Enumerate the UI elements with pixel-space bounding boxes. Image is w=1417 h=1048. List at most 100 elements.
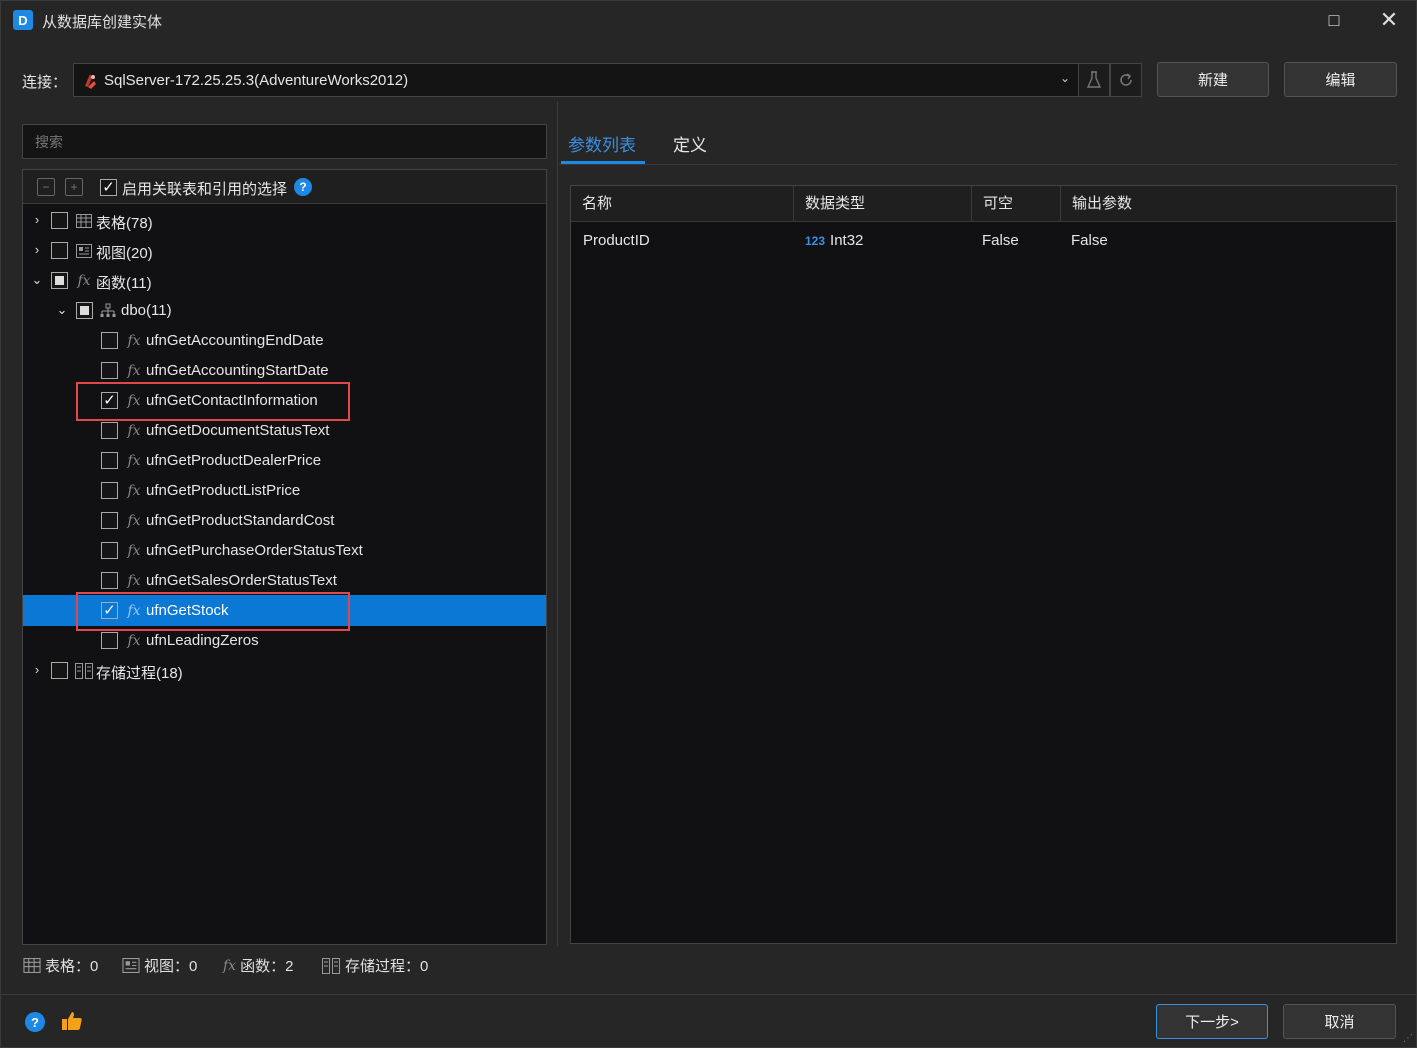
function-item-label: ufnGetDocumentStatusText: [146, 422, 330, 439]
highlight-box: [76, 592, 350, 631]
expand-all-icon[interactable]: +: [65, 178, 83, 196]
param-type-value: Int32: [830, 232, 864, 249]
param-output-cell: False: [1071, 232, 1108, 249]
chevron-down-icon[interactable]: ⌄: [55, 302, 69, 318]
tab-divider: [559, 164, 1397, 165]
test-connection-icon[interactable]: [1078, 63, 1110, 97]
function-icon: fx: [127, 543, 141, 559]
function-item-checkbox[interactable]: [101, 572, 118, 589]
connection-label: 连接：: [22, 74, 68, 91]
connection-select[interactable]: SqlServer-172.25.25.3(AdventureWorks2012…: [73, 63, 1079, 97]
tree-node-procedures[interactable]: › 存储过程(18): [23, 656, 546, 686]
function-icon: fx: [223, 957, 237, 974]
window-title: 从数据库创建实体: [42, 14, 163, 31]
search-input[interactable]: [23, 125, 546, 158]
panel-splitter[interactable]: [557, 101, 558, 946]
close-icon[interactable]: ✕: [1374, 7, 1404, 33]
view-icon: [122, 958, 140, 973]
procedures-label: 存储过程(18): [96, 665, 183, 682]
function-item[interactable]: fx ufnGetProductStandardCost: [23, 506, 546, 536]
column-header-type[interactable]: 数据类型: [794, 186, 972, 222]
chevron-right-icon[interactable]: ›: [30, 212, 44, 227]
tab-definition[interactable]: 定义: [673, 131, 707, 156]
stat-views: 视图：0: [122, 955, 197, 976]
dialog-window: D 从数据库创建实体 □ ✕ 连接： SqlServer-172.25.25.3…: [0, 0, 1417, 1048]
function-item-label: ufnGetSalesOrderStatusText: [146, 572, 337, 589]
table-icon: [75, 212, 93, 230]
functions-checkbox[interactable]: [51, 272, 68, 289]
param-name-cell: ProductID: [583, 232, 650, 249]
function-item-checkbox[interactable]: [101, 542, 118, 559]
refresh-icon[interactable]: [1110, 63, 1142, 97]
view-icon: [75, 242, 93, 260]
tree-node-functions[interactable]: ⌄ fx 函数(11): [23, 266, 546, 296]
function-item-checkbox[interactable]: [101, 482, 118, 499]
procedure-icon: [322, 957, 340, 974]
maximize-icon[interactable]: □: [1319, 7, 1349, 33]
tables-checkbox[interactable]: [51, 212, 68, 229]
function-icon: fx: [127, 333, 141, 349]
grid-header: 名称 数据类型 可空 输出参数: [571, 186, 1396, 222]
tab-params[interactable]: 参数列表: [568, 131, 636, 156]
function-item-checkbox[interactable]: [101, 452, 118, 469]
function-item-checkbox[interactable]: [101, 512, 118, 529]
help-icon[interactable]: ?: [294, 178, 312, 196]
function-item[interactable]: fx ufnGetProductDealerPrice: [23, 446, 546, 476]
new-connection-button[interactable]: 新建: [1157, 62, 1269, 97]
function-icon: fx: [127, 483, 141, 499]
footer-divider: [1, 994, 1416, 995]
column-header-name[interactable]: 名称: [571, 186, 794, 222]
function-icon: fx: [127, 423, 141, 439]
cancel-button[interactable]: 取消: [1283, 1004, 1396, 1039]
function-item[interactable]: fx ufnGetAccountingEndDate: [23, 326, 546, 356]
function-item-label: ufnGetAccountingStartDate: [146, 362, 329, 379]
function-item-checkbox[interactable]: [101, 332, 118, 349]
stat-procedures: 存储过程：0: [321, 955, 428, 976]
function-item-label: ufnGetAccountingEndDate: [146, 332, 324, 349]
cascade-selection-checkbox[interactable]: [100, 179, 117, 196]
number-type-icon: 123: [805, 234, 826, 248]
edit-connection-button[interactable]: 编辑: [1284, 62, 1397, 97]
views-checkbox[interactable]: [51, 242, 68, 259]
tree-node-tables[interactable]: › 表格(78): [23, 206, 546, 236]
param-type-cell: 123 Int32: [805, 232, 863, 249]
column-header-nullable[interactable]: 可空: [972, 186, 1061, 222]
chevron-right-icon[interactable]: ›: [30, 242, 44, 257]
function-item-label: ufnGetPurchaseOrderStatusText: [146, 542, 363, 559]
function-item[interactable]: fx ufnGetPurchaseOrderStatusText: [23, 536, 546, 566]
function-item-label: ufnGetProductDealerPrice: [146, 452, 322, 469]
function-item-checkbox[interactable]: [101, 362, 118, 379]
next-button[interactable]: 下一步>: [1156, 1004, 1268, 1039]
help-icon[interactable]: ?: [25, 1012, 45, 1032]
tables-label: 表格(78): [96, 215, 153, 232]
dbo-label: dbo(11): [121, 302, 172, 319]
function-item-label: ufnLeadingZeros: [146, 632, 259, 649]
search-box: [22, 124, 547, 159]
chevron-down-icon[interactable]: ⌄: [1060, 71, 1070, 85]
function-item-checkbox[interactable]: [101, 632, 118, 649]
functions-label: 函数(11): [96, 275, 152, 292]
procedures-checkbox[interactable]: [51, 662, 68, 679]
function-icon: fx: [127, 513, 141, 529]
function-icon: fx: [127, 363, 141, 379]
function-icon: fx: [127, 633, 141, 649]
stat-functions: fx 函数：2: [223, 955, 293, 976]
views-label: 视图(20): [96, 245, 153, 262]
collapse-all-icon[interactable]: −: [37, 178, 55, 196]
function-item[interactable]: fx ufnGetProductListPrice: [23, 476, 546, 506]
function-item-checkbox[interactable]: [101, 422, 118, 439]
dbo-checkbox[interactable]: [76, 302, 93, 319]
tree-node-views[interactable]: › 视图(20): [23, 236, 546, 266]
function-item-label: ufnGetProductListPrice: [146, 482, 301, 499]
title-bar: D 从数据库创建实体 □ ✕: [1, 1, 1416, 39]
procedure-icon: [75, 662, 93, 680]
stat-procedures-text: 存储过程：0: [345, 958, 429, 975]
function-icon: fx: [127, 453, 141, 469]
resize-grip-icon[interactable]: ⋰: [1403, 1033, 1413, 1044]
tree-node-dbo[interactable]: ⌄ dbo(11): [23, 296, 546, 326]
column-header-output[interactable]: 输出参数: [1061, 186, 1397, 222]
chevron-down-icon[interactable]: ⌄: [30, 272, 44, 288]
chevron-right-icon[interactable]: ›: [30, 662, 44, 677]
thumbs-up-icon[interactable]: [61, 1011, 83, 1037]
stat-views-text: 视图：0: [144, 958, 198, 975]
